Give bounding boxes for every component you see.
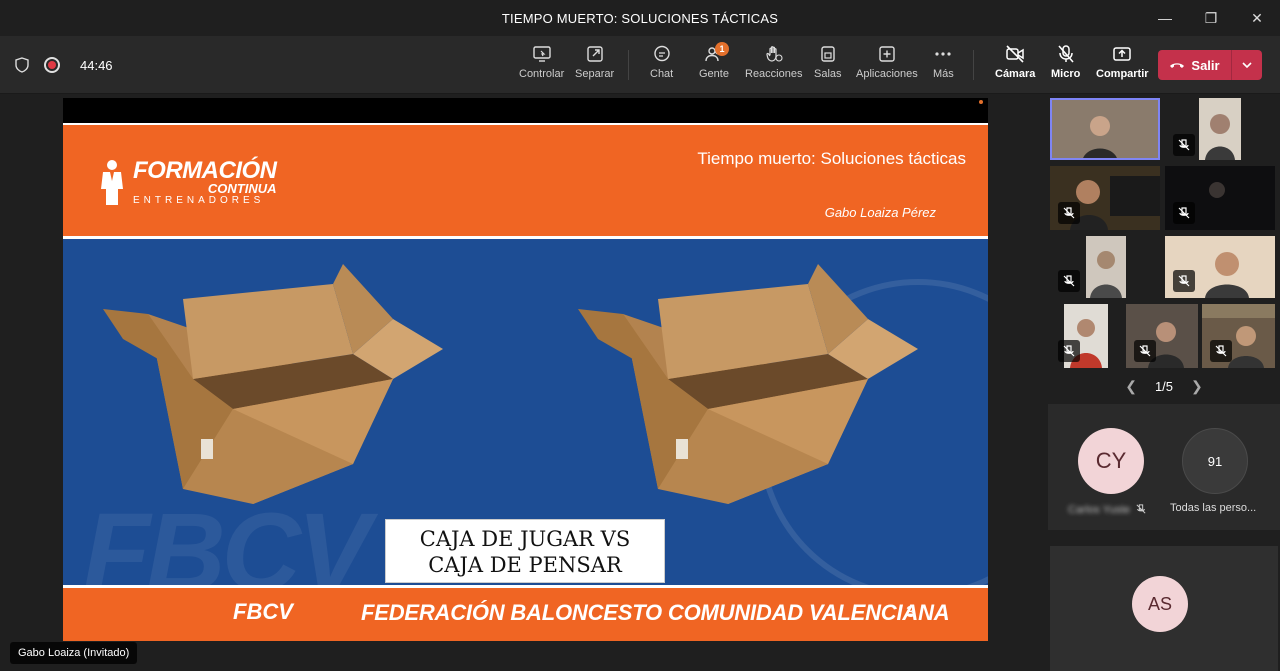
- aplicaciones-button[interactable]: Aplicaciones: [856, 44, 918, 88]
- hang-up-icon: [1170, 63, 1185, 68]
- muted-mic-icon: [1173, 270, 1195, 292]
- participant-video[interactable]: [1165, 236, 1275, 298]
- participant-silhouette-icon: [1052, 100, 1158, 158]
- camara-button[interactable]: Cámara: [995, 44, 1035, 88]
- slide-header: FORMACIÓN CONTINUA ENTRENADORES Tiempo m…: [63, 123, 988, 236]
- people-count-badge: 1: [714, 42, 729, 56]
- reacciones-button[interactable]: Reacciones: [745, 44, 802, 88]
- muted-mic-icon: [1173, 134, 1195, 156]
- toolbar-divider: [973, 50, 974, 80]
- slide-title: Tiempo muerto: Soluciones tácticas: [697, 149, 966, 168]
- compartir-button[interactable]: Compartir: [1096, 44, 1149, 88]
- gallery-pager: ❮ 1/5 ❯: [1048, 374, 1280, 398]
- all-participants-label: Todas las perso...: [1170, 502, 1257, 514]
- recording-icon[interactable]: [44, 57, 60, 73]
- gente-button[interactable]: 1 Gente: [699, 42, 729, 88]
- slide-page-number: 3: [906, 604, 915, 621]
- overflow-participants-button[interactable]: 91: [1182, 428, 1248, 494]
- salas-button[interactable]: Salas: [814, 44, 842, 88]
- avatar[interactable]: AS: [1132, 576, 1188, 632]
- controlar-button[interactable]: Controlar: [519, 44, 564, 88]
- indicator-dot: [979, 100, 983, 104]
- leave-button[interactable]: Salir: [1158, 50, 1262, 80]
- chevron-left-icon[interactable]: ❮: [1125, 378, 1137, 395]
- box-image-left: [103, 264, 443, 504]
- participant-video-speaker[interactable]: [1050, 98, 1160, 160]
- participant-video[interactable]: [1050, 304, 1122, 368]
- chat-button[interactable]: Chat: [650, 44, 673, 88]
- plus-icon: [879, 46, 895, 62]
- participant-video[interactable]: [1050, 236, 1160, 298]
- slide-footer: FBCV FEDERACIÓN BALONCESTO COMUNIDAD VAL…: [63, 588, 988, 641]
- maximize-icon[interactable]: ❐: [1188, 0, 1234, 36]
- meeting-toolbar: 44:46 Controlar Separar Chat 1 Gente Rea…: [0, 36, 1280, 94]
- muted-mic-icon: [1136, 504, 1146, 514]
- toolbar-divider: [628, 50, 629, 80]
- muted-mic-icon: [1210, 340, 1232, 362]
- leave-options-button[interactable]: [1232, 50, 1262, 80]
- close-icon[interactable]: ✕: [1234, 0, 1280, 36]
- participant-video[interactable]: [1126, 304, 1198, 368]
- meeting-timer: 44:46: [80, 57, 113, 73]
- muted-mic-icon: [1173, 202, 1195, 224]
- shared-content-stage: FORMACIÓN CONTINUA ENTRENADORES Tiempo m…: [0, 94, 1048, 671]
- mas-button[interactable]: Más: [933, 44, 954, 88]
- micro-button[interactable]: Micro: [1051, 44, 1080, 88]
- title-bar: TIEMPO MUERTO: SOLUCIONES TÁCTICAS — ❐ ✕: [0, 0, 1280, 36]
- window-title: TIEMPO MUERTO: SOLUCIONES TÁCTICAS: [501, 10, 779, 26]
- monitor-icon: [532, 46, 551, 62]
- leave-main[interactable]: Salir: [1158, 50, 1232, 80]
- muted-mic-icon: [1058, 340, 1080, 362]
- federation-name: FEDERACIÓN BALONCESTO COMUNIDAD VALENCIA…: [361, 600, 950, 625]
- muted-mic-icon: [1134, 340, 1156, 362]
- mic-off-icon: [1058, 45, 1074, 63]
- avatar[interactable]: CY: [1078, 428, 1144, 494]
- window-controls: — ❐ ✕: [1142, 0, 1280, 36]
- page-indicator: 1/5: [1154, 378, 1174, 394]
- chevron-down-icon: [1242, 62, 1252, 69]
- slide-caption: CAJA DE JUGAR VS CAJA DE PENSAR: [385, 519, 665, 583]
- participant-video[interactable]: [1165, 166, 1275, 230]
- participant-video[interactable]: [1050, 166, 1160, 230]
- separar-button[interactable]: Separar: [575, 44, 614, 88]
- share-icon: [1113, 47, 1132, 61]
- presenter-name-label: Gabo Loaiza (Invitado): [10, 642, 138, 664]
- muted-mic-icon: [1058, 270, 1080, 292]
- slide-body: FBCV CAJA DE JUGAR VS CAJA DE PENSAR: [63, 236, 988, 614]
- camera-off-icon: [1006, 45, 1024, 63]
- formacion-logo: FORMACIÓN CONTINUA ENTRENADORES: [133, 157, 277, 207]
- participant-video[interactable]: [1202, 304, 1275, 368]
- self-view-panel: AS: [1050, 546, 1278, 671]
- chevron-right-icon[interactable]: ❯: [1191, 378, 1203, 395]
- presentation-slide: FORMACIÓN CONTINUA ENTRENADORES Tiempo m…: [63, 98, 988, 641]
- muted-mic-icon: [1058, 202, 1080, 224]
- minimize-icon[interactable]: —: [1142, 0, 1188, 36]
- participant-video[interactable]: [1165, 98, 1275, 160]
- more-icon: [935, 52, 951, 56]
- hand-icon: [766, 46, 783, 62]
- fbcv-footer-logo: FBCV: [233, 599, 293, 624]
- slide-author: Gabo Loaiza Pérez: [824, 205, 936, 220]
- shield-icon[interactable]: [14, 57, 30, 73]
- rooms-icon: [821, 46, 835, 62]
- coach-logo-icon: [101, 160, 123, 205]
- audio-participants-panel: CY Carlos Yuste 91 Todas las perso...: [1048, 404, 1280, 530]
- chat-icon: [653, 45, 670, 62]
- participant-name: Carlos Yuste: [1068, 504, 1131, 516]
- pop-out-icon: [586, 46, 603, 62]
- box-image-right: [578, 264, 918, 504]
